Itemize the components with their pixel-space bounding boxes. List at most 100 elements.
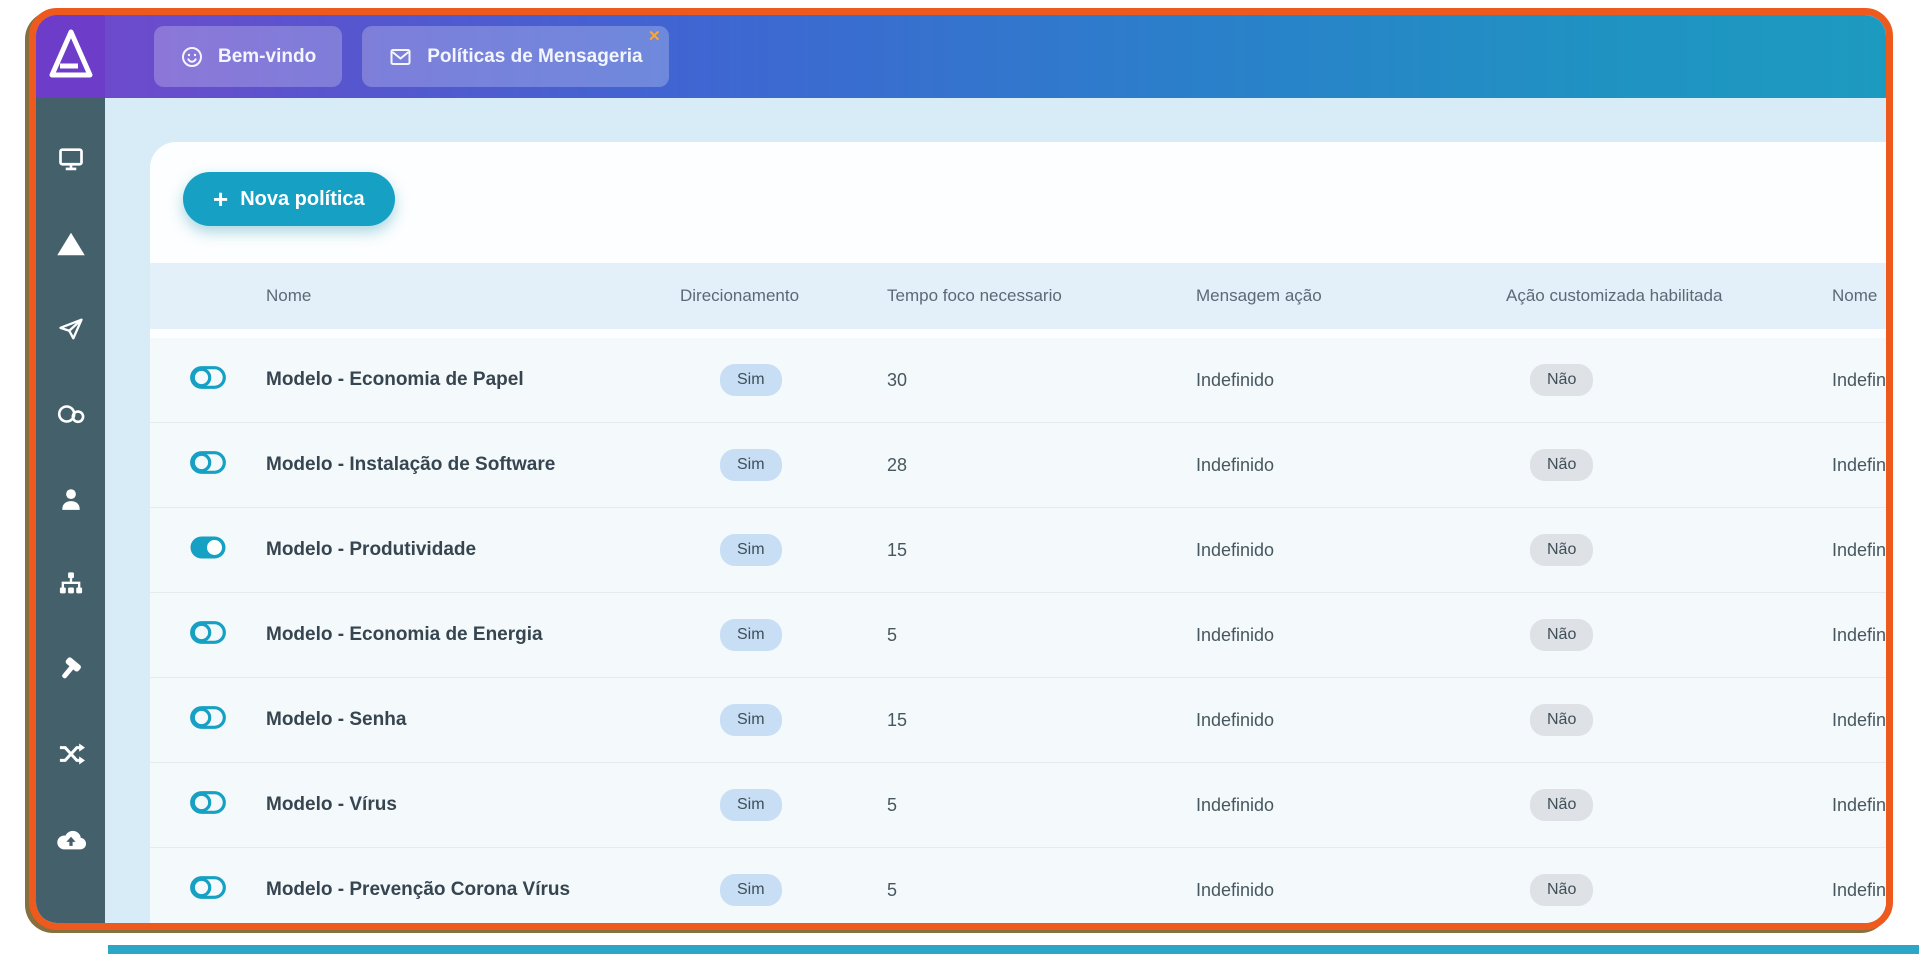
table-row[interactable]: Modelo - Vírus Sim 5 Indefinido Não Inde… [150,763,1886,848]
column-header-mensagem-acao: Mensagem ação [1196,286,1322,305]
nome-2-value: Indefinido [1832,709,1886,730]
new-policy-button[interactable]: + Nova política [183,172,395,226]
table-row[interactable]: Modelo - Prevenção Corona Vírus Sim 5 In… [150,848,1886,923]
app-logo[interactable] [36,15,105,98]
table-row[interactable]: Modelo - Produtividade Sim 15 Indefinido… [150,508,1886,593]
direcionamento-badge: Sim [720,534,782,566]
acao-customizada-badge: Não [1530,364,1594,396]
tab-politicas-de-mensageria[interactable]: Políticas de Mensageria ✕ [362,26,669,87]
tempo-foco-value: 15 [887,709,908,730]
sidebar-item-cloud-upload[interactable] [56,824,86,854]
smiley-icon [180,45,204,69]
policy-name: Modelo - Instalação de Software [266,454,556,475]
org-chart-icon [59,572,82,594]
nome-2-value: Indefinido [1832,539,1886,560]
tempo-foco-value: 15 [887,539,908,560]
main-content: + Nova política Nome Direcionamento Temp… [105,98,1886,923]
policy-toggle[interactable] [190,621,226,644]
direcionamento-badge: Sim [720,789,782,821]
sidebar-item-hammer[interactable] [56,654,86,684]
sidebar-item-cloud-loops[interactable] [56,399,86,429]
table-row[interactable]: Modelo - Economia de Energia Sim 5 Indef… [150,593,1886,678]
tempo-foco-value: 28 [887,454,908,475]
monitor-icon [58,148,83,171]
nome-2-value: Indefinido [1832,624,1886,645]
policy-name: Modelo - Prevenção Corona Vírus [266,879,571,900]
mensagem-acao-value: Indefinido [1196,369,1275,390]
tab-bem-vindo[interactable]: Bem-vindo [154,26,343,87]
tempo-foco-value: 30 [887,369,908,390]
top-bar: Bem-vindo Políticas de Mensageria ✕ [36,15,1886,98]
direcionamento-badge: Sim [720,704,782,736]
policy-name: Modelo - Economia de Energia [266,624,543,645]
triangle-logo-icon [48,28,94,85]
column-header-acao-customizada: Ação customizada habilitada [1506,286,1723,305]
mensagem-acao-value: Indefinido [1196,709,1275,730]
hammer-icon [61,657,81,679]
acao-customizada-badge: Não [1530,449,1594,481]
policy-name: Modelo - Senha [266,709,407,730]
mensagem-acao-value: Indefinido [1196,624,1275,645]
mensagem-acao-value: Indefinido [1196,539,1275,560]
table-row[interactable]: Modelo - Senha Sim 15 Indefinido Não Ind… [150,678,1886,763]
policies-table: Modelo - Economia de Papel Sim 30 Indefi… [150,338,1886,923]
column-header-nome: Nome [266,286,312,305]
sidebar-item-triangle[interactable] [56,229,86,259]
policy-toggle[interactable] [190,366,226,389]
acao-customizada-badge: Não [1530,874,1594,906]
cloud-loops-icon [57,405,84,424]
mensagem-acao-value: Indefinido [1196,454,1275,475]
bottom-page-strip [108,945,1919,954]
direcionamento-badge: Sim [720,449,782,481]
sidebar-item-org-chart[interactable] [56,569,86,599]
column-header-tempo-foco: Tempo foco necessario [887,286,1062,305]
sidebar-item-paper-plane[interactable] [56,314,86,344]
new-policy-label: Nova política [240,187,365,210]
nome-2-value: Indefinido [1832,369,1886,390]
envelope-icon [388,45,413,69]
table-row[interactable]: Modelo - Economia de Papel Sim 30 Indefi… [150,338,1886,423]
sidebar-item-shuffle[interactable] [56,739,86,769]
direcionamento-badge: Sim [720,874,782,906]
policy-toggle[interactable] [190,451,226,474]
close-icon[interactable]: ✕ [648,29,661,44]
paper-plane-icon [58,318,83,340]
app-window: Bem-vindo Políticas de Mensageria ✕ + No… [29,8,1893,930]
mensagem-acao-value: Indefinido [1196,794,1275,815]
tempo-foco-value: 5 [887,879,898,900]
column-header-direcionamento: Direcionamento [680,286,800,305]
sidebar-item-monitor[interactable] [56,144,86,174]
policy-toggle[interactable] [190,536,226,559]
tempo-foco-value: 5 [887,794,898,815]
person-icon [61,489,80,510]
column-header-nome-2: Nome [1832,286,1878,305]
nome-2-value: Indefinido [1832,794,1886,815]
acao-customizada-badge: Não [1530,619,1594,651]
acao-customizada-badge: Não [1530,789,1594,821]
tab-label: Bem-vindo [218,45,317,67]
policy-toggle[interactable] [190,791,226,814]
table-header: Nome Direcionamento Tempo foco necessari… [150,263,1886,329]
acao-customizada-badge: Não [1530,534,1594,566]
policy-toggle[interactable] [190,706,226,729]
nome-2-value: Indefinido [1832,879,1886,900]
acao-customizada-badge: Não [1530,704,1594,736]
tab-label: Políticas de Mensageria [427,45,643,67]
sidebar [36,98,105,923]
policy-name: Modelo - Economia de Papel [266,369,524,390]
direcionamento-badge: Sim [720,619,782,651]
policy-name: Modelo - Vírus [266,794,397,815]
sidebar-item-person[interactable] [56,484,86,514]
tab-bar: Bem-vindo Políticas de Mensageria ✕ [154,26,669,87]
shuffle-icon [59,743,85,765]
policy-toggle[interactable] [190,876,226,899]
direcionamento-badge: Sim [720,364,782,396]
triangle-icon [56,232,85,256]
mensagem-acao-value: Indefinido [1196,879,1275,900]
cloud-upload-icon [56,830,86,850]
tempo-foco-value: 5 [887,624,898,645]
nome-2-value: Indefinido [1832,454,1886,475]
table-row[interactable]: Modelo - Instalação de Software Sim 28 I… [150,423,1886,508]
policy-name: Modelo - Produtividade [266,539,477,560]
policies-card: + Nova política Nome Direcionamento Temp… [150,142,1886,923]
